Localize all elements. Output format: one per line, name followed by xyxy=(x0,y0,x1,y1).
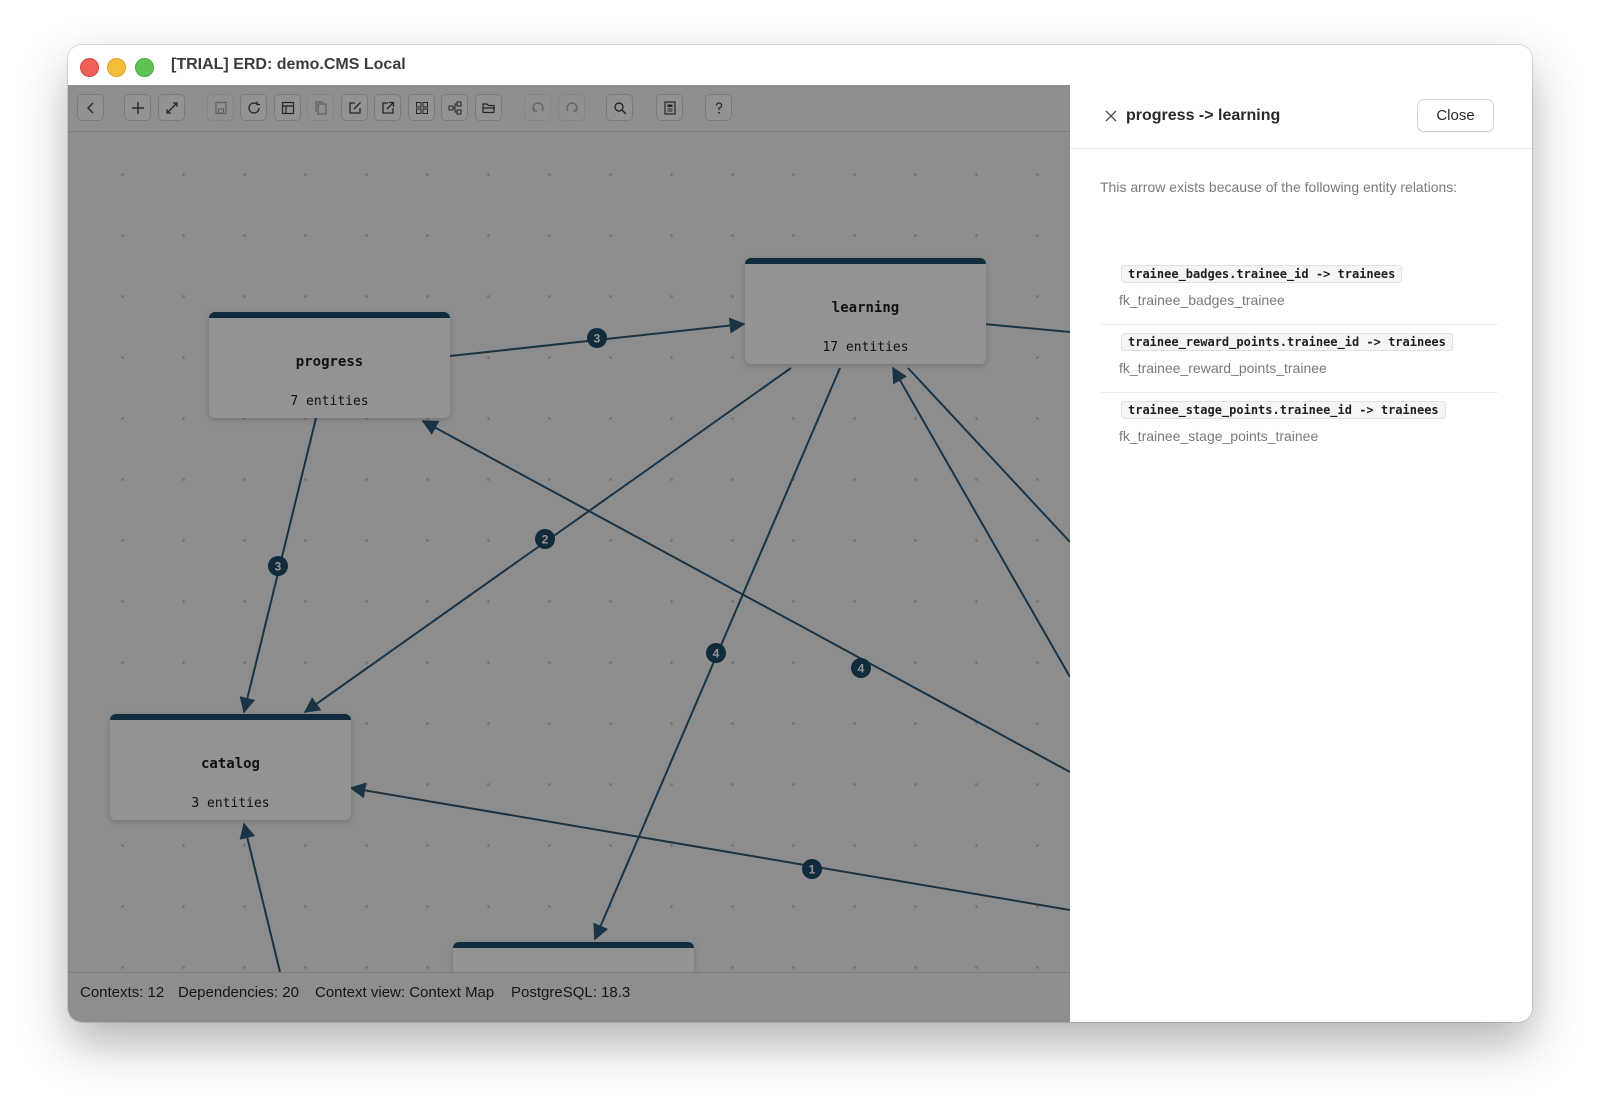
relation-fk-name: fk_trainee_reward_points_trainee xyxy=(1119,360,1327,376)
window-close-button[interactable] xyxy=(80,58,99,77)
title-bar: [TRIAL] ERD: demo.CMS Local xyxy=(68,45,1532,85)
relation-item: trainee_reward_points.trainee_id -> trai… xyxy=(1100,325,1498,393)
relation-details-panel: progress -> learning Close This arrow ex… xyxy=(1070,85,1532,1022)
panel-description: This arrow exists because of the followi… xyxy=(1100,179,1458,195)
relation-code: trainee_reward_points.trainee_id -> trai… xyxy=(1121,333,1453,351)
relation-fk-name: fk_trainee_stage_points_trainee xyxy=(1119,428,1319,444)
panel-title: progress -> learning xyxy=(1126,107,1281,124)
modal-overlay[interactable] xyxy=(68,85,1070,1022)
relation-code: trainee_badges.trainee_id -> trainees xyxy=(1121,265,1403,283)
close-icon[interactable] xyxy=(1104,109,1118,123)
app-window: [TRIAL] ERD: demo.CMS Local 3 3 2 4 4 1 … xyxy=(68,45,1532,1022)
panel-header: progress -> learning Close xyxy=(1070,85,1532,149)
relation-fk-name: fk_trainee_badges_trainee xyxy=(1119,292,1285,308)
relation-item: trainee_badges.trainee_id -> trainees fk… xyxy=(1100,257,1498,325)
window-title: [TRIAL] ERD: demo.CMS Local xyxy=(171,56,406,73)
close-button[interactable]: Close xyxy=(1417,99,1494,132)
diagram-area: 3 3 2 4 4 1 progress 7 entities learning… xyxy=(68,85,1070,1022)
relation-code: trainee_stage_points.trainee_id -> train… xyxy=(1121,401,1446,419)
window-maximize-button[interactable] xyxy=(135,58,154,77)
window-minimize-button[interactable] xyxy=(107,58,126,77)
relation-item: trainee_stage_points.trainee_id -> train… xyxy=(1100,393,1498,461)
